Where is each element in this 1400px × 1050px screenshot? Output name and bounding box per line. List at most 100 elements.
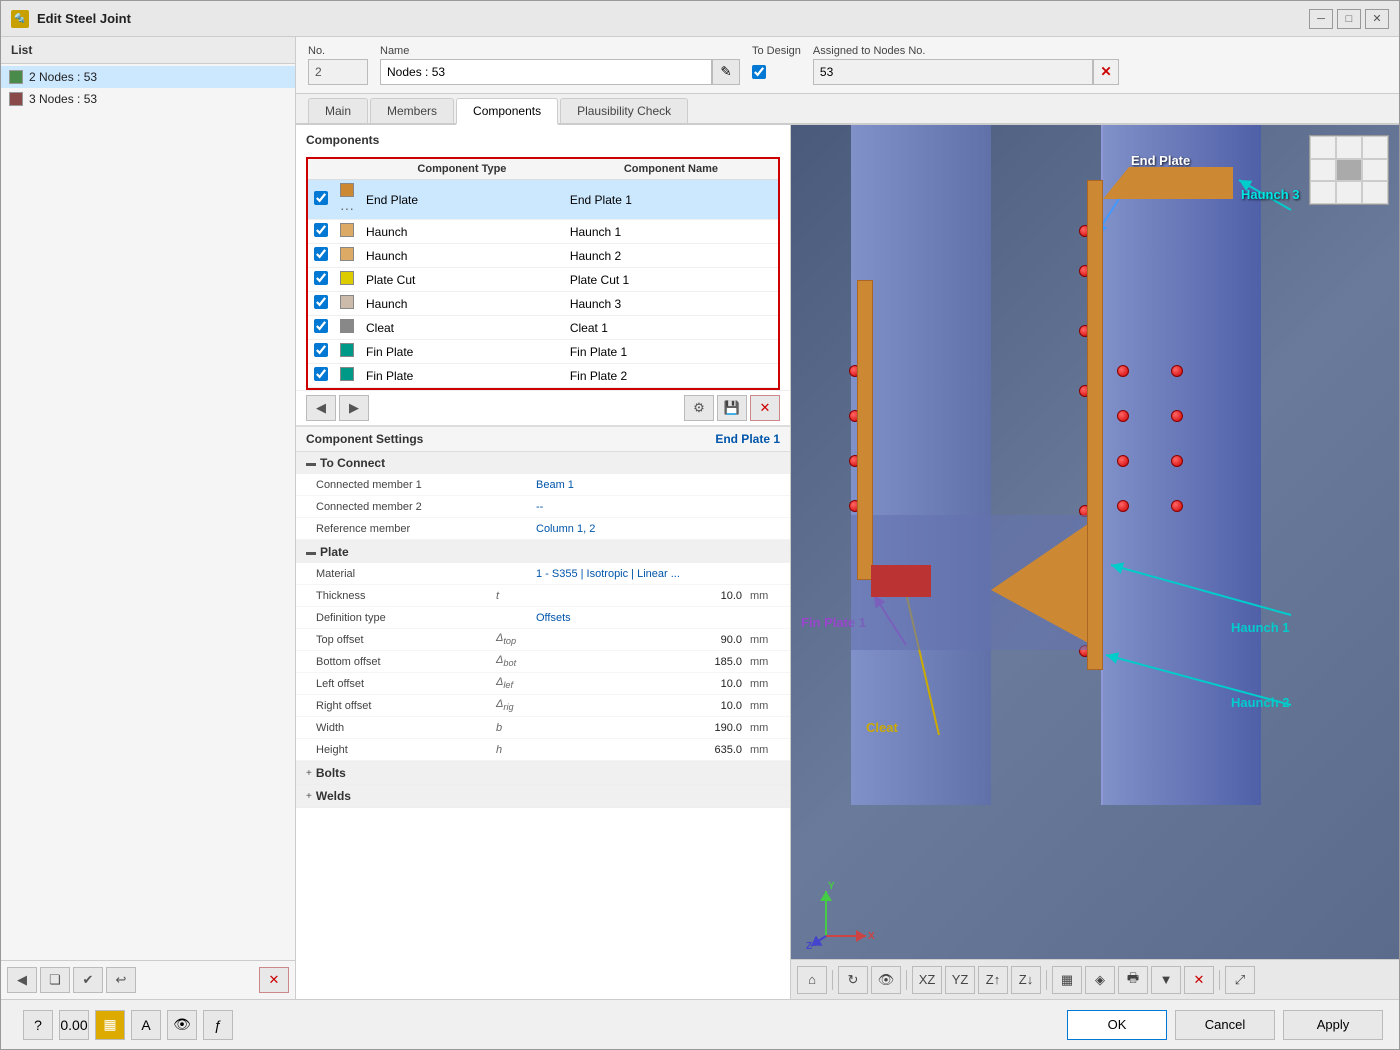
row-checkbox[interactable] — [314, 191, 328, 205]
table-row[interactable]: Plate Cut Plate Cut 1 — [308, 268, 778, 292]
viz-z2-button[interactable]: Z↓ — [1011, 966, 1041, 994]
viz-xz-button[interactable]: XZ — [912, 966, 942, 994]
row-checkbox[interactable] — [314, 367, 328, 381]
info-button[interactable]: ↩ — [106, 967, 136, 993]
name-input[interactable] — [380, 59, 712, 85]
title-bar: 🔩 Edit Steel Joint ─ □ ✕ — [1, 1, 1399, 37]
minimap-cell — [1310, 159, 1336, 182]
prop-row-thickness: Thickness t 10.0 mm — [296, 585, 790, 607]
prop-symbol-right-offset: Δrig — [496, 698, 536, 712]
prop-group-header-welds[interactable]: + Welds — [296, 785, 790, 807]
text-button[interactable]: A — [131, 1010, 161, 1040]
svg-text:X: X — [868, 931, 875, 942]
minimize-button[interactable]: ─ — [1309, 9, 1333, 29]
viz-close-button[interactable]: ✕ — [1184, 966, 1214, 994]
viz-rotate-button[interactable]: ↻ — [838, 966, 868, 994]
prop-value-left-offset: 10.0 — [536, 678, 750, 690]
viz-eye-button[interactable]: 👁 — [871, 966, 901, 994]
row-color-swatch — [340, 319, 354, 333]
edit-name-button[interactable]: ✎ — [712, 59, 740, 85]
prop-label-left-offset: Left offset — [316, 678, 496, 690]
to-design-label: To Design — [752, 45, 801, 57]
to-design-checkbox[interactable] — [752, 65, 766, 79]
table-row[interactable]: Cleat Cleat 1 — [308, 316, 778, 340]
prop-group-header-bolts[interactable]: + Bolts — [296, 762, 790, 784]
prop-row-height: Height h 635.0 mm — [296, 739, 790, 761]
comp-add-left-button[interactable]: ◀ — [306, 395, 336, 421]
row-name: Fin Plate 1 — [564, 340, 778, 364]
row-type: Haunch — [360, 292, 564, 316]
table-row[interactable]: Haunch Haunch 1 — [308, 220, 778, 244]
prop-value: Beam 1 — [536, 479, 780, 491]
toolbar-separator — [832, 970, 833, 990]
list-item[interactable]: 3 Nodes : 53 — [1, 88, 295, 110]
table-row[interactable]: ··· End Plate End Plate 1 — [308, 180, 778, 220]
prop-unit-thickness: mm — [750, 590, 780, 602]
comp-delete-button[interactable]: ✕ — [750, 395, 780, 421]
comp-add-right-button[interactable]: ▶ — [339, 395, 369, 421]
header-fields: No. Name ✎ To Design As — [296, 37, 1399, 94]
row-checkbox[interactable] — [314, 343, 328, 357]
viz-home-button[interactable]: ⌂ — [797, 966, 827, 994]
view-button[interactable]: 👁 — [167, 1010, 197, 1040]
check-button[interactable]: ✔ — [73, 967, 103, 993]
apply-button[interactable]: Apply — [1283, 1010, 1383, 1040]
viz-print-button[interactable]: 🖶 — [1118, 966, 1148, 994]
close-button[interactable]: ✕ — [1365, 9, 1389, 29]
tab-components[interactable]: Components — [456, 98, 558, 125]
col-name: Component Name — [564, 159, 778, 180]
bolt — [1171, 410, 1183, 422]
prop-group-header-to-connect[interactable]: ▬ To Connect — [296, 452, 790, 474]
delete-button[interactable]: ✕ — [259, 967, 289, 993]
col-color — [334, 159, 360, 180]
function-button[interactable]: ƒ — [203, 1010, 233, 1040]
prop-group-label-to-connect: To Connect — [320, 456, 385, 470]
tab-plausibility[interactable]: Plausibility Check — [560, 98, 688, 123]
bolt — [1117, 455, 1129, 467]
row-checkbox[interactable] — [314, 223, 328, 237]
viz-render-button[interactable]: ▦ — [1052, 966, 1082, 994]
cancel-button[interactable]: Cancel — [1175, 1010, 1275, 1040]
tab-main[interactable]: Main — [308, 98, 368, 123]
help-button[interactable]: ? — [23, 1010, 53, 1040]
row-checkbox[interactable] — [314, 295, 328, 309]
components-table: Component Type Component Name ··· End Pl… — [308, 159, 778, 388]
row-color-swatch — [340, 223, 354, 237]
list-item[interactable]: 2 Nodes : 53 — [1, 66, 295, 88]
tab-members[interactable]: Members — [370, 98, 454, 123]
table-row[interactable]: Haunch Haunch 3 — [308, 292, 778, 316]
table-row[interactable]: Haunch Haunch 2 — [308, 244, 778, 268]
viz-more-button[interactable]: ▼ — [1151, 966, 1181, 994]
clear-assigned-button[interactable]: ✕ — [1093, 59, 1119, 85]
material-button[interactable]: ▦ — [95, 1010, 125, 1040]
ok-button[interactable]: OK — [1067, 1010, 1167, 1040]
comp-save-button[interactable]: 💾 — [717, 395, 747, 421]
table-row[interactable]: Fin Plate Fin Plate 2 — [308, 364, 778, 388]
duplicate-button[interactable]: ❏ — [40, 967, 70, 993]
table-row[interactable]: Fin Plate Fin Plate 1 — [308, 340, 778, 364]
prop-group-header-plate[interactable]: ▬ Plate — [296, 541, 790, 563]
viz-3d-button[interactable]: ◈ — [1085, 966, 1115, 994]
viz-yz-button[interactable]: YZ — [945, 966, 975, 994]
fin-plate1-element — [857, 280, 873, 580]
zero-button[interactable]: 0.00 — [59, 1010, 89, 1040]
assigned-input[interactable] — [813, 59, 1093, 85]
maximize-button[interactable]: □ — [1337, 9, 1361, 29]
prop-label-height: Height — [316, 744, 496, 756]
row-dots[interactable]: ··· — [340, 200, 354, 216]
right-panel: No. Name ✎ To Design As — [296, 37, 1399, 999]
viz-z-button[interactable]: Z↑ — [978, 966, 1008, 994]
to-design-checkbox-row — [752, 59, 801, 85]
viz-expand-button[interactable]: ⤢ — [1225, 966, 1255, 994]
minimap-cell-active — [1336, 159, 1362, 182]
prop-label-width: Width — [316, 722, 496, 734]
prop-row-definition-type: Definition type Offsets — [296, 607, 790, 629]
viz-bottom-toolbar: ⌂ ↻ 👁 XZ YZ Z↑ Z↓ ▦ ◈ 🖶 ▼ ✕ — [791, 959, 1399, 999]
row-checkbox[interactable] — [314, 319, 328, 333]
row-checkbox[interactable] — [314, 247, 328, 261]
prop-value-right-offset: 10.0 — [536, 700, 750, 712]
comp-settings-button[interactable]: ⚙ — [684, 395, 714, 421]
row-checkbox[interactable] — [314, 271, 328, 285]
prop-value-material: 1 - S355 | Isotropic | Linear ... — [536, 568, 780, 580]
add-button[interactable]: ◀ — [7, 967, 37, 993]
